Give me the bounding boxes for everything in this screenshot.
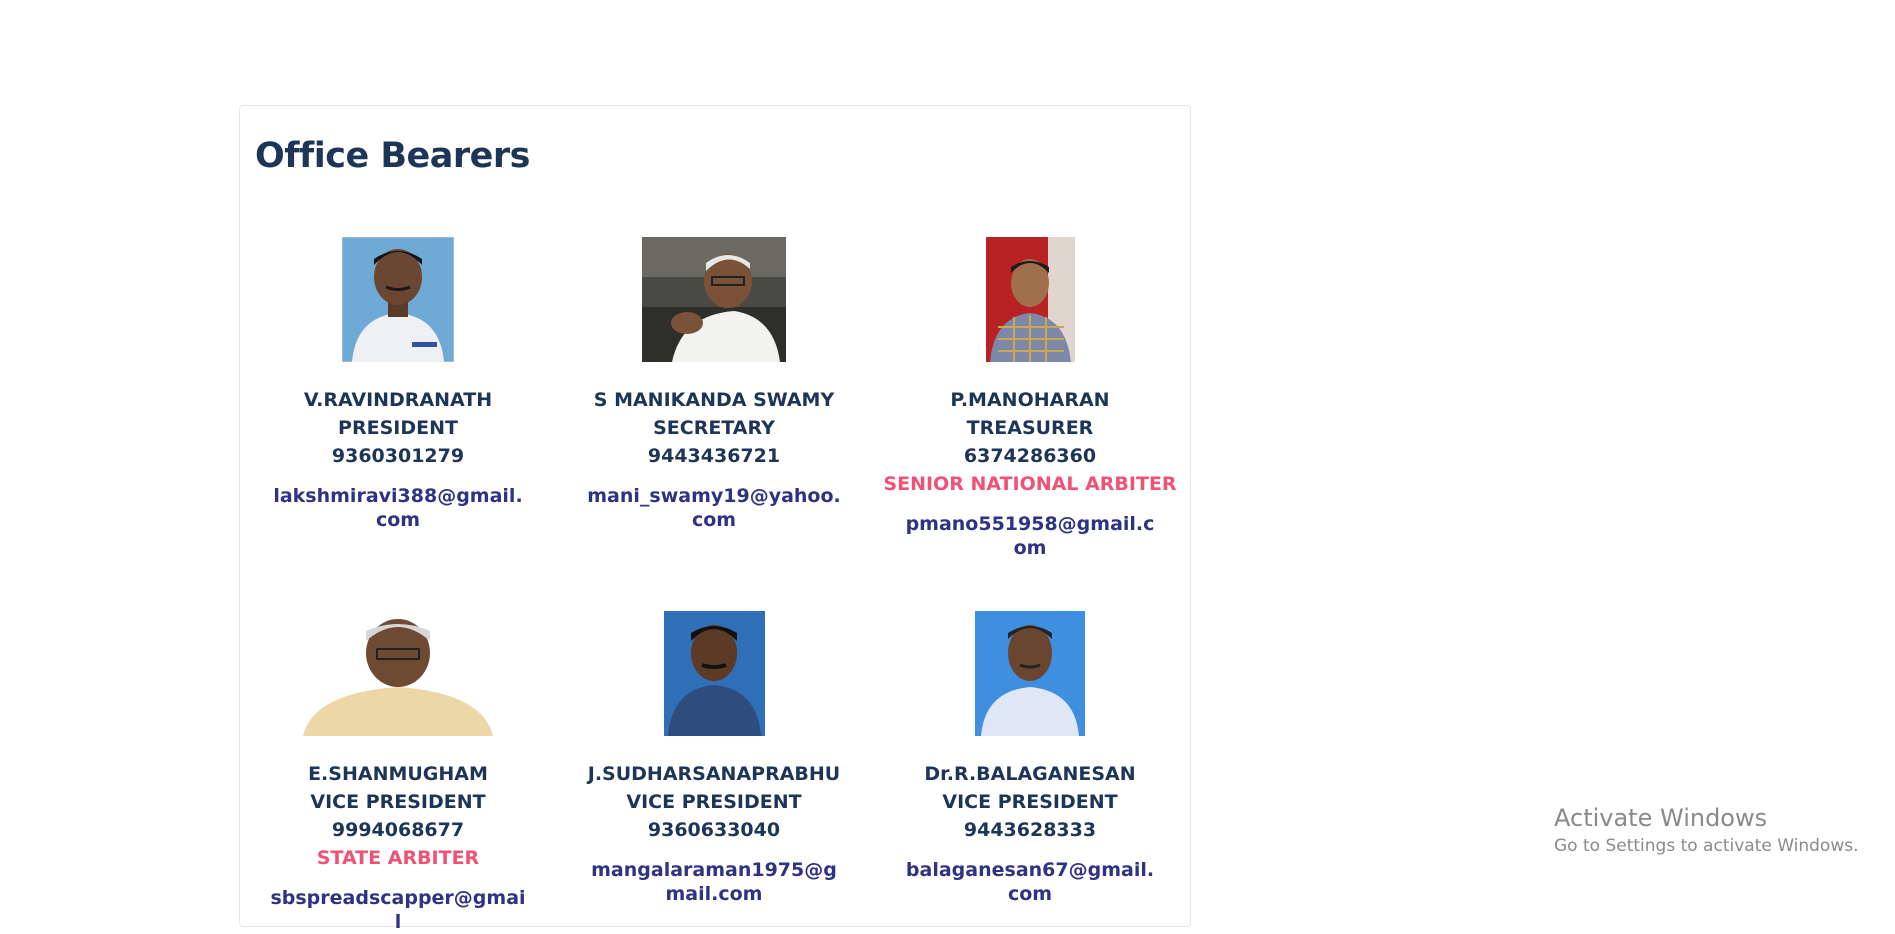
- member-card-2: S MANIKANDA SWAMY SECRETARY 9443436721 m…: [556, 237, 872, 532]
- watermark-title: Activate Windows: [1554, 804, 1768, 832]
- member-photo: [663, 611, 765, 736]
- member-name: E.SHANMUGHAM: [308, 763, 488, 785]
- member-email[interactable]: sbspreadscapper@gmail: [240, 886, 556, 934]
- member-name: Dr.R.BALAGANESAN: [924, 763, 1136, 785]
- member-photo: [985, 237, 1075, 362]
- member-title-badge: SENIOR NATIONAL ARBITER: [883, 473, 1177, 495]
- member-card-3: P.MANOHARAN TREASURER 6374286360 SENIOR …: [872, 237, 1188, 560]
- member-role: VICE PRESIDENT: [626, 791, 802, 813]
- member-name: V.RAVINDRANATH: [303, 389, 493, 411]
- member-photo: [642, 237, 786, 362]
- member-name: P.MANOHARAN: [950, 389, 1110, 411]
- section-title: Office Bearers: [255, 136, 531, 176]
- member-email[interactable]: mani_swamy19@yahoo.com: [556, 484, 872, 532]
- member-name: S MANIKANDA SWAMY: [593, 389, 835, 411]
- member-card-5: J.SUDHARSANAPRABHU VICE PRESIDENT 936063…: [556, 611, 872, 906]
- member-role: VICE PRESIDENT: [310, 791, 486, 813]
- member-phone: 9443436721: [647, 445, 781, 467]
- member-role: VICE PRESIDENT: [942, 791, 1118, 813]
- member-phone: 9360301279: [331, 445, 465, 467]
- member-role: TREASURER: [966, 417, 1094, 439]
- windows-activation-watermark: Activate Windows Go to Settings to activ…: [1554, 802, 1859, 858]
- member-photo: [975, 611, 1085, 736]
- member-role: PRESIDENT: [338, 417, 458, 439]
- member-email[interactable]: pmano551958@gmail.com: [872, 512, 1188, 560]
- member-phone: 9994068677: [331, 819, 465, 841]
- member-role: SECRETARY: [653, 417, 775, 439]
- watermark-subtitle: Go to Settings to activate Windows.: [1554, 836, 1859, 856]
- member-email[interactable]: lakshmiravi388@gmail.com: [240, 484, 556, 532]
- member-phone: 9443628333: [963, 819, 1097, 841]
- member-name: J.SUDHARSANAPRABHU: [587, 763, 841, 785]
- member-phone: 6374286360: [963, 445, 1097, 467]
- office-bearers-card: Office Bearers V.RAVINDRANATH PRESIDENT …: [239, 105, 1191, 933]
- member-card-1: V.RAVINDRANATH PRESIDENT 9360301279 laks…: [240, 237, 556, 532]
- member-photo: [342, 237, 454, 362]
- member-card-6: Dr.R.BALAGANESAN VICE PRESIDENT 94436283…: [872, 611, 1188, 906]
- member-title-badge: STATE ARBITER: [316, 847, 480, 869]
- member-phone: 9360633040: [647, 819, 781, 841]
- member-photo: [303, 611, 493, 736]
- member-card-4: E.SHANMUGHAM VICE PRESIDENT 9994068677 S…: [240, 611, 556, 934]
